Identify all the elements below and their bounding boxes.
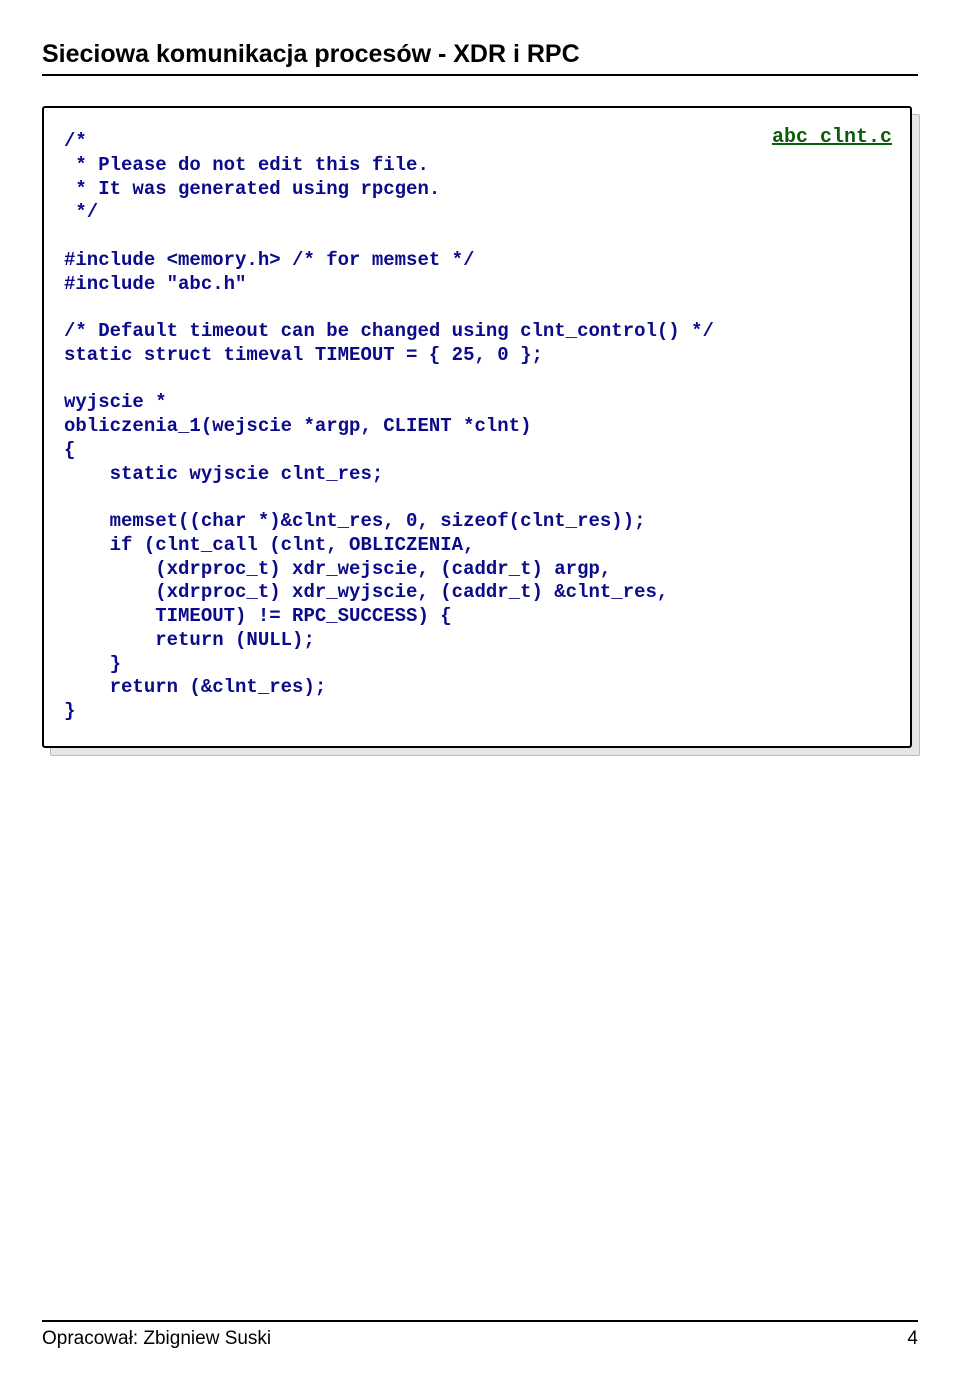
footer-page-number: 4 <box>907 1328 918 1350</box>
code-block-outer: abc_clnt.c /* * Please do not edit this … <box>42 106 912 748</box>
footer-author: Opracował: Zbigniew Suski <box>42 1328 271 1350</box>
page-title: Sieciowa komunikacja procesów - XDR i RP… <box>42 40 918 76</box>
page: Sieciowa komunikacja procesów - XDR i RP… <box>0 0 960 1380</box>
page-footer: Opracował: Zbigniew Suski 4 <box>42 1320 918 1350</box>
code-body: /* * Please do not edit this file. * It … <box>64 130 890 724</box>
code-filename: abc_clnt.c <box>772 126 892 149</box>
code-block: abc_clnt.c /* * Please do not edit this … <box>42 106 912 748</box>
header-text: Sieciowa komunikacja procesów - XDR i RP… <box>42 40 580 68</box>
